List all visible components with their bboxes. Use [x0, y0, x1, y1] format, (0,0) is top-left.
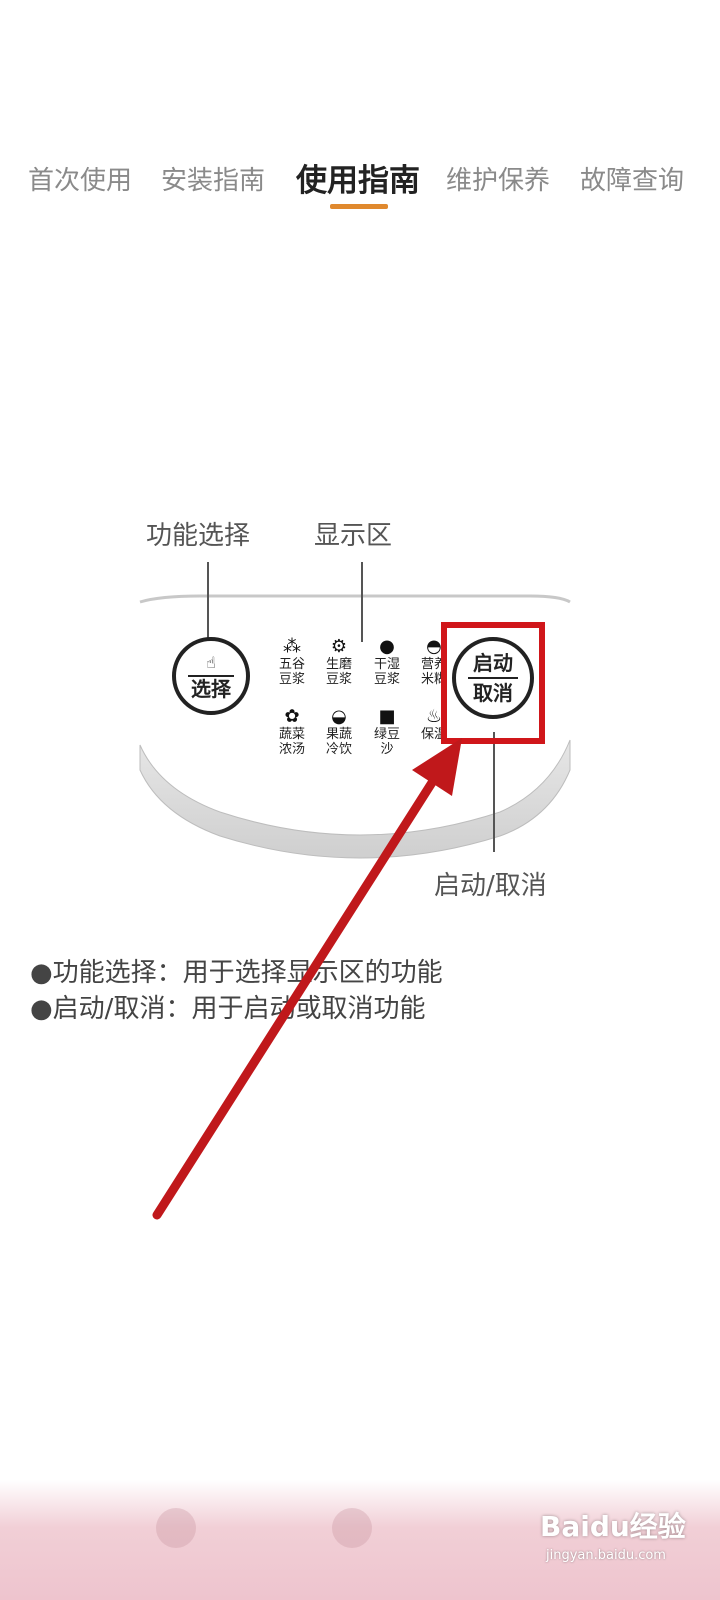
baidu-watermark-url: jingyan.baidu.com	[546, 1548, 666, 1563]
arrow-head-icon	[412, 738, 462, 796]
nav-center-icon[interactable]	[332, 1508, 372, 1548]
nav-home-icon[interactable]	[156, 1508, 196, 1548]
baidu-watermark: Baidu经验	[540, 1510, 686, 1543]
annotation-arrow	[152, 738, 462, 1220]
